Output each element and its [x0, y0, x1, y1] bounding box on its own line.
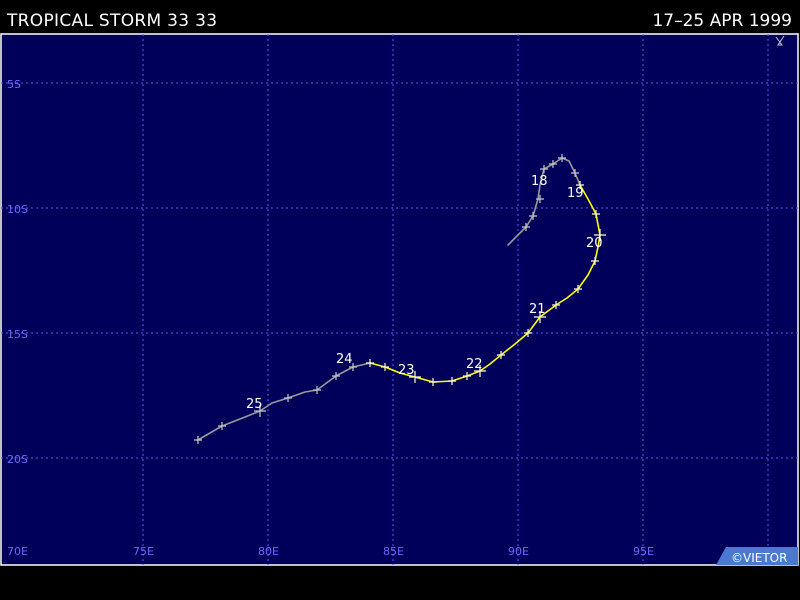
- lon-label-90e: 90E: [508, 545, 529, 558]
- credit-badge: ©VIETOR: [716, 547, 798, 565]
- day-label-20: 20: [586, 236, 603, 251]
- day-label-19: 19: [567, 186, 584, 201]
- storm-title: TROPICAL STORM 33 33: [7, 11, 218, 31]
- day-label-22: 22: [466, 357, 483, 372]
- date-range: 17–25 APR 1999: [652, 11, 792, 31]
- lon-label-80e: 80E: [258, 545, 279, 558]
- footer-bar: [0, 567, 800, 600]
- lat-label-15s: 15S: [7, 328, 28, 341]
- header-bar: TROPICAL STORM 33 33 17–25 APR 1999: [0, 0, 800, 32]
- lat-label-20s: 20S: [7, 453, 28, 466]
- lat-label-5s: 5S: [7, 78, 21, 91]
- day-label-18: 18: [531, 174, 548, 189]
- day-label-23: 23: [398, 363, 415, 378]
- lat-label-10s: 10S: [7, 203, 28, 216]
- credit-text: ©VIETOR: [731, 551, 787, 565]
- map-background: [0, 33, 799, 566]
- day-label-25: 25: [246, 397, 263, 412]
- lon-label-85e: 85E: [383, 545, 404, 558]
- storm-track-map: 5S 10S 15S 20S 70E 75E 80E 85E 90E 95E 1…: [0, 33, 799, 566]
- lon-label-95e: 95E: [633, 545, 654, 558]
- day-label-24: 24: [336, 352, 353, 367]
- lon-label-75e: 75E: [133, 545, 154, 558]
- day-label-21: 21: [529, 302, 546, 317]
- lon-label-70e: 70E: [7, 545, 28, 558]
